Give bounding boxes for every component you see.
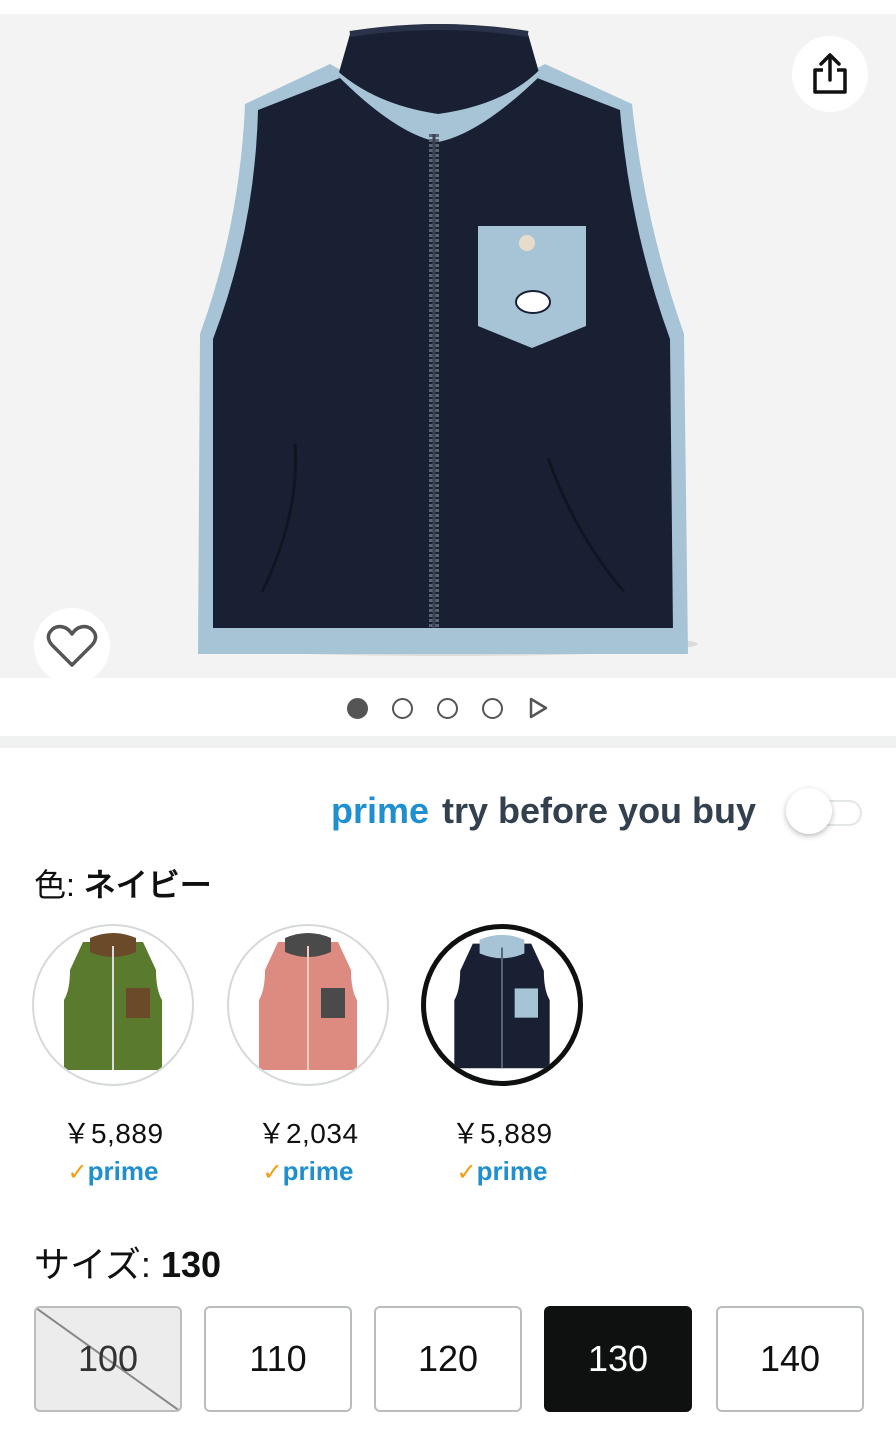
prime-badge: ✓prime: [262, 1156, 354, 1186]
prime-check-icon: ✓: [262, 1159, 283, 1186]
carousel-dot-3[interactable]: [437, 697, 458, 719]
swatch-image: [421, 924, 583, 1086]
size-label: 110: [249, 1338, 307, 1379]
swatch-image: [32, 924, 194, 1086]
prime-logo: prime: [331, 790, 430, 831]
share-button[interactable]: [792, 36, 868, 112]
wishlist-button[interactable]: [34, 608, 110, 678]
color-swatch-navy[interactable]: ￥5,889 ✓prime: [421, 924, 583, 1187]
color-swatch-green[interactable]: ￥5,889 ✓prime: [32, 924, 194, 1187]
prime-try-text: try before you buy: [442, 790, 757, 831]
prime-try-before-you-buy: prime try before you buy: [0, 780, 896, 844]
color-swatch-pink[interactable]: ￥2,034 ✓prime: [227, 924, 389, 1187]
prime-badge: ✓prime: [456, 1156, 548, 1186]
prime-try-toggle[interactable]: [786, 788, 864, 834]
swatch-price: ￥5,889: [62, 1118, 164, 1149]
size-button-130[interactable]: 130: [544, 1306, 692, 1412]
size-selector-label: サイズ: 130: [34, 1236, 221, 1288]
product-image-vest: [198, 24, 698, 656]
carousel-dot-4[interactable]: [482, 697, 503, 719]
prime-check-icon: ✓: [67, 1159, 88, 1186]
play-triangle-icon: [529, 697, 548, 719]
carousel-next-button[interactable]: [527, 697, 549, 719]
swatch-image: [227, 924, 389, 1086]
size-button-100[interactable]: 100: [34, 1306, 182, 1412]
image-carousel-indicator: [0, 688, 896, 728]
swatch-price: ￥5,889: [451, 1118, 553, 1149]
selected-size-value: 130: [160, 1244, 222, 1285]
size-label: 130: [587, 1338, 649, 1379]
selected-color-value: ネイビー: [83, 867, 212, 903]
size-button-120[interactable]: 120: [374, 1306, 522, 1412]
color-swatches: ￥5,889 ✓prime ￥2,034 ✓prime ￥5,889 ✓prim…: [32, 924, 632, 1187]
prime-check-icon: ✓: [456, 1159, 477, 1186]
carousel-dot-2[interactable]: [392, 697, 413, 719]
prime-badge: ✓prime: [67, 1156, 159, 1186]
size-button-140[interactable]: 140: [716, 1306, 864, 1412]
share-icon: [813, 53, 847, 94]
heart-outline-icon: [46, 624, 98, 667]
size-label: 140: [759, 1338, 821, 1379]
carousel-dot-1[interactable]: [347, 697, 368, 719]
size-button-110[interactable]: 110: [204, 1306, 352, 1412]
swatch-price: ￥2,034: [257, 1118, 359, 1149]
size-label: 100: [77, 1338, 139, 1379]
size-label-prefix: サイズ:: [34, 1244, 151, 1285]
product-image-area[interactable]: [0, 14, 896, 678]
section-divider: [0, 736, 896, 748]
color-selector-label: 色: ネイビー: [34, 860, 212, 906]
color-label-prefix: 色:: [34, 867, 75, 903]
toggle-knob: [786, 788, 832, 834]
size-label: 120: [417, 1338, 479, 1379]
